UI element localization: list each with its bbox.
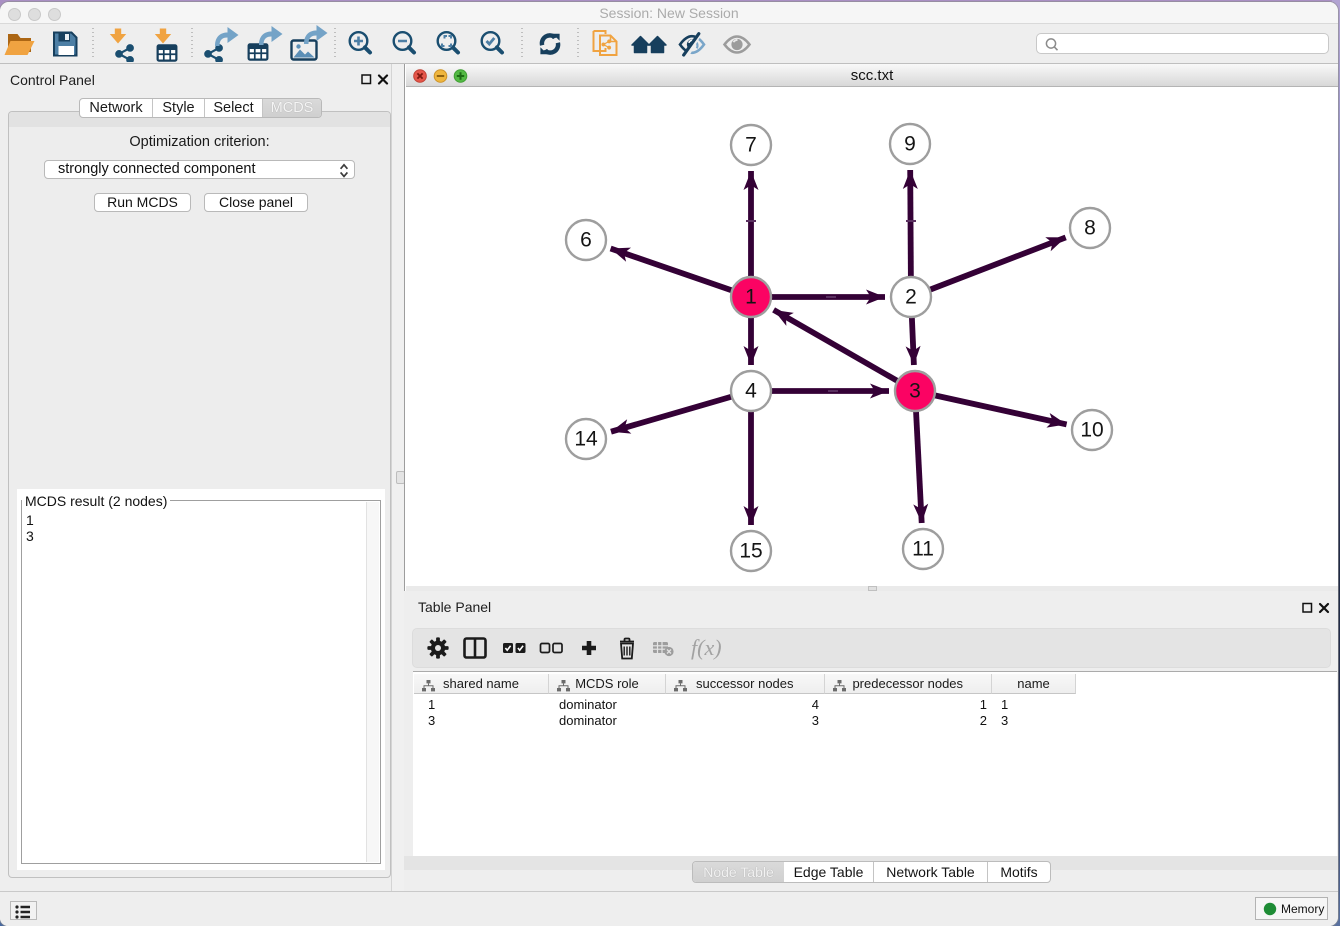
svg-text:15: 15 bbox=[739, 540, 762, 563]
svg-text:14: 14 bbox=[574, 428, 598, 451]
svg-text:7: 7 bbox=[745, 134, 757, 157]
svg-text:6: 6 bbox=[580, 229, 592, 252]
svg-text:10: 10 bbox=[1080, 419, 1103, 442]
svg-text:1: 1 bbox=[745, 286, 757, 309]
svg-text:3: 3 bbox=[909, 380, 921, 403]
svg-text:f(x): f(x) bbox=[691, 635, 722, 660]
svg-text:2: 2 bbox=[905, 286, 917, 309]
svg-text:11: 11 bbox=[912, 538, 934, 561]
svg-text:8: 8 bbox=[1084, 217, 1096, 240]
svg-text:9: 9 bbox=[904, 133, 916, 156]
svg-text:4: 4 bbox=[745, 380, 757, 403]
